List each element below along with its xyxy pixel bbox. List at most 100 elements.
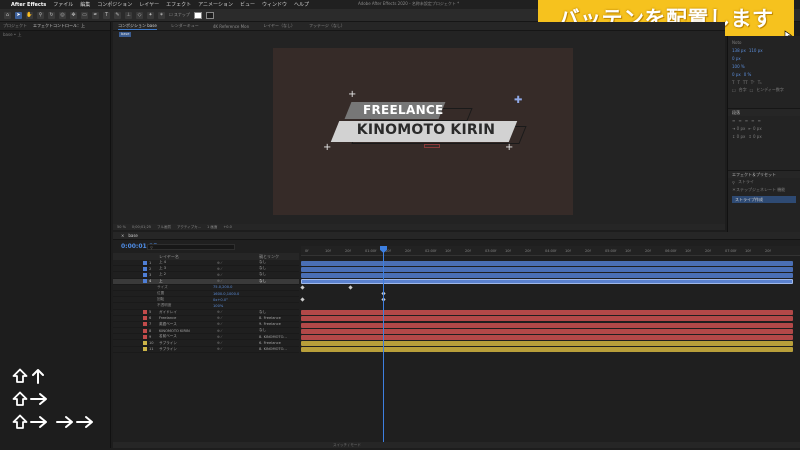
- label-color[interactable]: [143, 260, 147, 265]
- label-color[interactable]: [143, 266, 147, 271]
- cross-mark-icon[interactable]: +: [323, 143, 331, 153]
- puppet-tool-icon[interactable]: ✶: [158, 11, 165, 19]
- label-color[interactable]: [143, 310, 147, 315]
- switches[interactable]: ⊕ ⁄: [217, 310, 222, 314]
- zoom-tool-icon[interactable]: ⚲: [37, 11, 44, 19]
- cross-mark-icon[interactable]: +: [348, 90, 356, 100]
- anchor-tool-icon[interactable]: ✥: [70, 11, 77, 19]
- label-color[interactable]: [143, 272, 147, 277]
- layer-row[interactable]: 11 サブライン ⊕ ⁄ 8. KINOMOTO...: [113, 347, 299, 353]
- layer-bar[interactable]: [301, 260, 793, 266]
- paragraph-panel-title[interactable]: 段落: [728, 108, 800, 116]
- effects-presets-title[interactable]: エフェクト＆プリセット: [728, 170, 800, 178]
- switches[interactable]: ⊕ ⁄: [217, 261, 222, 265]
- brush-tool-icon[interactable]: ✎: [114, 11, 121, 19]
- layer-bar[interactable]: [301, 328, 793, 334]
- playhead-line[interactable]: [383, 246, 384, 444]
- menu-window[interactable]: ウィンドウ: [262, 1, 287, 8]
- label-color[interactable]: [143, 347, 147, 352]
- menu-view[interactable]: ビュー: [240, 1, 255, 8]
- layer-bar[interactable]: [301, 341, 793, 347]
- ligature-checkbox-row[interactable]: ☐ 合字 ☐ ヒンディー数字: [728, 86, 800, 94]
- layer-bar[interactable]: [301, 266, 793, 272]
- switches[interactable]: ⊕ ⁄: [217, 279, 222, 283]
- switches[interactable]: ⊕ ⁄: [217, 273, 222, 277]
- tab-composition[interactable]: コンポジション base: [118, 23, 157, 30]
- timeline-search-input[interactable]: ⚲: [147, 244, 235, 250]
- font-family-field[interactable]: Noto: [728, 38, 800, 46]
- pen-tool-icon[interactable]: ✒: [92, 11, 99, 19]
- active-camera-select[interactable]: アクティブカ...: [177, 225, 201, 230]
- effects-selected-item[interactable]: ストライプ作成: [732, 196, 796, 203]
- close-icon[interactable]: ×: [121, 233, 124, 238]
- selection-tool-icon[interactable]: ➤: [15, 11, 22, 19]
- cross-mark-icon[interactable]: +: [505, 143, 513, 153]
- effects-search-field[interactable]: ⚲ ストライ: [728, 178, 800, 186]
- stroke-swatch[interactable]: [205, 11, 214, 19]
- label-color[interactable]: [143, 316, 147, 321]
- menu-edit[interactable]: 編集: [80, 1, 90, 8]
- view-layout-select[interactable]: 1 画面: [207, 225, 217, 230]
- switches[interactable]: ⊕ ⁄: [217, 329, 222, 333]
- hand-tool-icon[interactable]: ✋: [26, 11, 33, 19]
- tab-reference-monitor[interactable]: 4K Reference Mon: [213, 24, 249, 29]
- tab-footage[interactable]: フッテージ（なし）: [309, 23, 345, 29]
- type-tool-icon[interactable]: T: [103, 11, 110, 19]
- tab-effect-controls[interactable]: エフェクトコントロール：上: [33, 23, 85, 29]
- menu-composition[interactable]: コンポジション: [97, 1, 132, 8]
- app-menu[interactable]: After Effects: [11, 2, 46, 8]
- menu-file[interactable]: ファイル: [53, 1, 73, 8]
- layer-bar-selected[interactable]: [301, 279, 793, 285]
- roto-tool-icon[interactable]: ✦: [147, 11, 154, 19]
- rotate-tool-icon[interactable]: ↻: [48, 11, 55, 19]
- tab-project[interactable]: プロジェクト: [3, 23, 27, 29]
- menu-help[interactable]: ヘルプ: [294, 1, 309, 8]
- snap-checkbox[interactable]: ☐ スナップ: [169, 12, 190, 18]
- keyframe[interactable]: [348, 285, 353, 290]
- cross-mark-selected-icon[interactable]: ✚: [514, 96, 522, 106]
- title-freelance-text[interactable]: FREELANCE: [363, 103, 443, 117]
- rectangle-tool-icon[interactable]: ▭: [81, 11, 88, 19]
- menu-layer[interactable]: レイヤー: [139, 1, 159, 8]
- menu-animation[interactable]: アニメーション: [198, 1, 233, 8]
- title-name-text[interactable]: KINOMOTO KIRIN: [340, 122, 512, 138]
- layer-bar[interactable]: [301, 310, 793, 316]
- switches[interactable]: ⊕ ⁄: [217, 347, 222, 351]
- time-ruler[interactable]: 0f 10f 20f 01:00f 10f 20f 02:00f 10f 20f 03:00f 10…: [301, 246, 800, 256]
- label-color[interactable]: [143, 279, 147, 284]
- switches[interactable]: ⊕ ⁄: [217, 335, 222, 339]
- effects-category[interactable]: ＊ステップジェネレート 機能: [728, 186, 800, 194]
- label-color[interactable]: [143, 334, 147, 339]
- keyframe[interactable]: [300, 297, 305, 302]
- timeline-tab[interactable]: × base: [113, 232, 800, 240]
- switches[interactable]: ⊕ ⁄: [217, 322, 222, 326]
- header-parent[interactable]: 親とリンク: [259, 254, 279, 260]
- camera-tool-icon[interactable]: ◎: [59, 11, 66, 19]
- layer-bar[interactable]: [301, 334, 793, 340]
- tab-layer[interactable]: レイヤー（なし）: [263, 23, 295, 29]
- exposure-value[interactable]: +0.0: [223, 225, 232, 229]
- header-source-name[interactable]: レイヤー名: [159, 254, 179, 260]
- menu-effect[interactable]: エフェクト: [166, 1, 191, 8]
- layer-bar[interactable]: [301, 347, 793, 353]
- comp-breadcrumb[interactable]: base: [119, 32, 132, 37]
- home-icon[interactable]: ⌂: [4, 11, 11, 19]
- current-time-display[interactable]: 0;00;01;25: [132, 225, 151, 229]
- label-color[interactable]: [143, 328, 147, 333]
- layer-bar[interactable]: [301, 316, 793, 322]
- switches[interactable]: ⊕ ⁄: [217, 316, 222, 320]
- label-color[interactable]: [143, 322, 147, 327]
- layer-bar[interactable]: [301, 272, 793, 278]
- layer-bar[interactable]: [301, 322, 793, 328]
- resolution-select[interactable]: フル画質: [157, 225, 171, 230]
- label-color[interactable]: [143, 341, 147, 346]
- tab-render-queue[interactable]: レンダーキュー: [171, 23, 199, 29]
- magnification-select[interactable]: 50 %: [117, 225, 126, 229]
- switches[interactable]: ⊕ ⁄: [217, 341, 222, 345]
- switches[interactable]: ⊕ ⁄: [217, 267, 222, 271]
- eraser-tool-icon[interactable]: ◇: [136, 11, 143, 19]
- stamp-tool-icon[interactable]: ⊥: [125, 11, 132, 19]
- keyframe[interactable]: [300, 285, 305, 290]
- timeline-footer[interactable]: スイッチ / モード: [113, 442, 800, 448]
- fill-swatch[interactable]: [193, 11, 202, 19]
